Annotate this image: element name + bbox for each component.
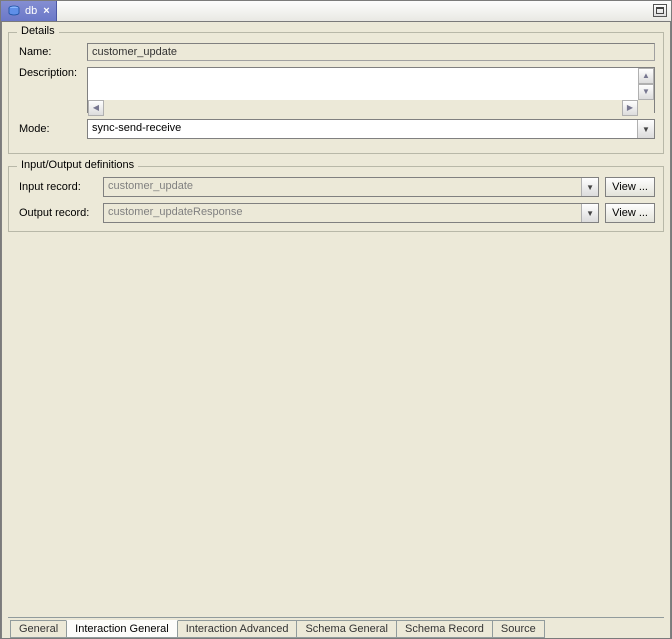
empty-space — [8, 240, 664, 618]
editor-tab-title: db — [25, 5, 37, 17]
description-label: Description: — [17, 67, 87, 79]
chevron-down-icon[interactable]: ▼ — [581, 204, 598, 222]
name-label: Name: — [17, 46, 87, 58]
output-record-label: Output record: — [17, 207, 103, 219]
editor-window: db × Details Name: Description: ▲ ▼ — [0, 0, 672, 639]
editor-tab-db[interactable]: db × — [1, 1, 57, 21]
mode-value: sync-send-receive — [88, 120, 637, 138]
description-row: Description: ▲ ▼ ◀ ▶ — [17, 67, 655, 113]
output-record-view-button[interactable]: View ... — [605, 203, 655, 223]
maximize-button[interactable] — [653, 4, 667, 17]
scroll-left-icon[interactable]: ◀ — [88, 100, 104, 116]
description-hscroll[interactable]: ◀ ▶ — [88, 100, 654, 116]
bottom-tab[interactable]: General — [10, 620, 67, 638]
output-record-value: customer_updateResponse — [104, 204, 581, 222]
bottom-tab[interactable]: Interaction General — [66, 620, 178, 638]
chevron-down-icon[interactable]: ▼ — [581, 178, 598, 196]
description-field[interactable]: ▲ ▼ ◀ ▶ — [87, 67, 655, 113]
io-group: Input/Output definitions Input record: c… — [8, 166, 664, 232]
bottom-tab[interactable]: Schema Record — [396, 620, 493, 638]
close-icon[interactable]: × — [41, 5, 49, 17]
name-row: Name: — [17, 43, 655, 61]
scroll-up-icon[interactable]: ▲ — [638, 68, 654, 84]
chevron-down-icon[interactable]: ▼ — [637, 120, 654, 138]
io-legend: Input/Output definitions — [17, 159, 138, 171]
description-text[interactable] — [88, 68, 638, 100]
mode-label: Mode: — [17, 123, 87, 135]
name-field[interactable] — [87, 43, 655, 61]
scroll-corner — [638, 100, 654, 116]
editor-tabstrip: db × — [1, 1, 671, 22]
db-file-icon — [7, 5, 21, 17]
bottom-tab[interactable]: Schema General — [296, 620, 397, 638]
input-record-row: Input record: customer_update ▼ View ... — [17, 177, 655, 197]
scroll-right-icon[interactable]: ▶ — [622, 100, 638, 116]
details-legend: Details — [17, 25, 59, 37]
input-record-value: customer_update — [104, 178, 581, 196]
bottom-tabs: GeneralInteraction GeneralInteraction Ad… — [8, 618, 664, 638]
input-record-view-button[interactable]: View ... — [605, 177, 655, 197]
input-record-label: Input record: — [17, 181, 103, 193]
editor-body: Details Name: Description: ▲ ▼ — [1, 22, 671, 638]
mode-select[interactable]: sync-send-receive ▼ — [87, 119, 655, 139]
input-record-select[interactable]: customer_update ▼ — [103, 177, 599, 197]
bottom-tab[interactable]: Source — [492, 620, 545, 638]
bottom-tab[interactable]: Interaction Advanced — [177, 620, 298, 638]
details-group: Details Name: Description: ▲ ▼ — [8, 32, 664, 154]
output-record-row: Output record: customer_updateResponse ▼… — [17, 203, 655, 223]
output-record-select[interactable]: customer_updateResponse ▼ — [103, 203, 599, 223]
description-vscroll[interactable]: ▲ ▼ — [638, 68, 654, 100]
scroll-down-icon[interactable]: ▼ — [638, 84, 654, 100]
mode-row: Mode: sync-send-receive ▼ — [17, 119, 655, 139]
